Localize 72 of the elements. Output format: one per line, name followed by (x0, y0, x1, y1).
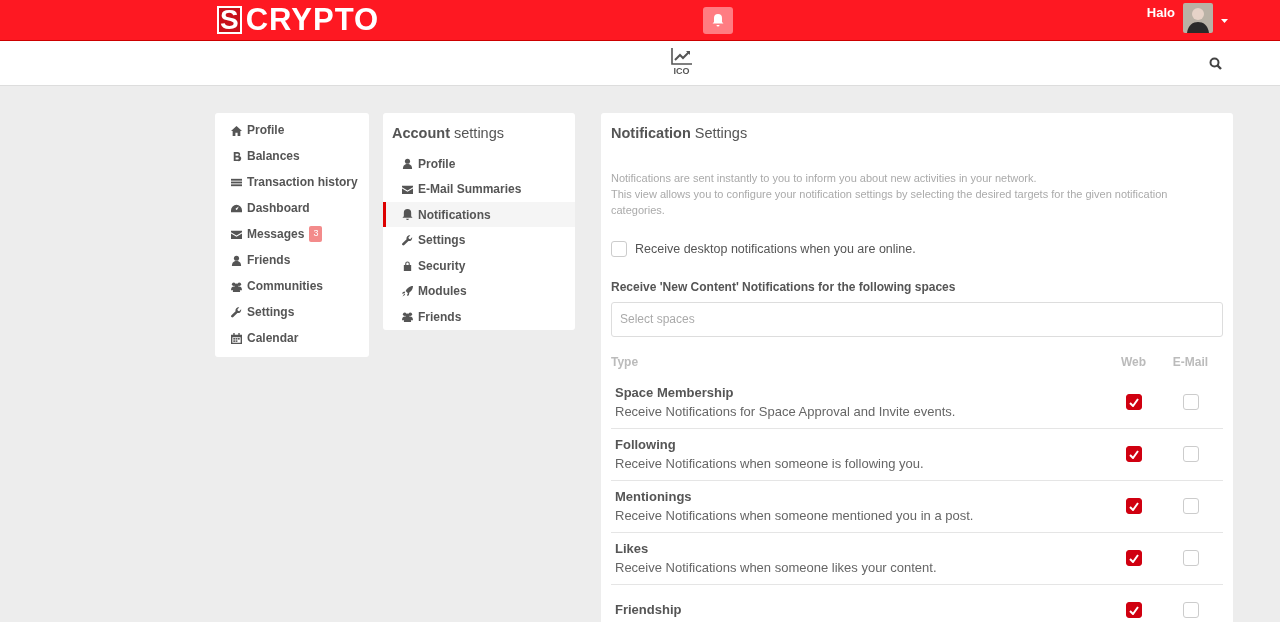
lock-icon (402, 260, 413, 271)
logo-letter: S (217, 6, 242, 34)
column-header: Web (1120, 353, 1147, 371)
help-text: This view allows you to configure your notification settings by selecting the desired targets for the given notification categories. (611, 186, 1169, 218)
menu-item[interactable]: Profile (215, 117, 369, 143)
home-icon (231, 124, 242, 136)
notifications-button[interactable] (703, 6, 733, 34)
users-icon (402, 311, 413, 322)
bell-icon (711, 13, 725, 27)
user-icon (402, 158, 413, 169)
calendar-icon (231, 332, 242, 344)
envelope-icon (402, 183, 413, 195)
settings-nav-item[interactable]: Modules (383, 278, 575, 304)
menu-item[interactable]: Communities (215, 273, 369, 299)
menu-item[interactable]: Messages 3 (215, 221, 369, 247)
spaces-field[interactable]: Select spaces (611, 301, 1223, 337)
checkbox[interactable] (1125, 498, 1142, 514)
gauge-icon (231, 202, 242, 214)
count-badge: 3 (309, 226, 323, 242)
bitcoin-icon (231, 150, 242, 162)
rocket-icon (402, 285, 413, 297)
settings-nav-item[interactable]: Settings (383, 227, 575, 253)
bell-icon (402, 209, 413, 220)
menu-item[interactable]: Dashboard (215, 195, 369, 221)
settings-nav-item[interactable]: Profile (383, 150, 575, 177)
menu-item[interactable]: Balances (215, 143, 369, 169)
menu-item[interactable]: Transaction history (215, 169, 369, 195)
help-text: Notifications are sent instantly to you to inform you about new activities in your network. (611, 170, 1038, 186)
checkbox[interactable] (1125, 446, 1142, 462)
notification-type: Likes (615, 540, 649, 556)
panel-title: Notification Settings (610, 124, 749, 143)
column-header: Type (611, 353, 640, 371)
checkbox[interactable] (1125, 602, 1142, 618)
notification-description: Receive Notifications when someone likes your content. (615, 559, 938, 577)
user-icon (231, 254, 242, 266)
envelope-icon (231, 228, 242, 240)
checkbox-label: Receive desktop notifications when you are online. (635, 240, 916, 258)
search-icon[interactable] (1209, 56, 1222, 70)
check-icon (1128, 501, 1139, 511)
menu-item[interactable]: Friends (215, 247, 369, 273)
column-header: E-Mail (1172, 353, 1209, 371)
field-label: Receive 'New Content' Notifications for the following spaces (611, 278, 957, 296)
check-icon (1128, 397, 1139, 407)
user-name[interactable]: Halo (1146, 3, 1175, 23)
check-icon (1128, 553, 1139, 563)
panel-title: Account settings (391, 124, 505, 143)
wrench-icon (231, 306, 242, 318)
chart-icon (670, 47, 693, 66)
settings-nav-item[interactable]: Security (383, 252, 575, 279)
notification-type: Following (615, 436, 676, 452)
wrench-icon (402, 234, 413, 246)
settings-nav-item[interactable]: Friends (383, 303, 575, 330)
notification-description: Receive Notifications when someone is following you. (615, 455, 925, 473)
notification-type: Space Membership (615, 384, 734, 400)
settings-nav-item[interactable]: E-Mail Summaries (383, 176, 575, 202)
caret-icon[interactable] (1221, 19, 1228, 23)
checkbox[interactable] (1125, 550, 1142, 566)
check-icon (1128, 605, 1139, 615)
notification-type: Mentionings (615, 488, 692, 504)
subnav-link[interactable]: ICO (670, 47, 693, 79)
avatar-icon[interactable] (1183, 3, 1213, 33)
menu-item[interactable]: Calendar (215, 325, 369, 351)
checkbox[interactable] (1125, 394, 1142, 410)
menu-item[interactable]: Settings (215, 299, 369, 325)
notification-type: Friendship (615, 602, 682, 618)
list-icon (231, 176, 242, 188)
users-icon (231, 280, 242, 292)
logo-text: CRYPTO (245, 5, 380, 35)
settings-nav-item[interactable]: Notifications (383, 201, 575, 228)
notification-description: Receive Notifications for Space Approval and Invite events. (615, 403, 957, 421)
notification-description: Receive Notifications when someone mentioned you in a post. (615, 507, 975, 525)
check-icon (1128, 449, 1139, 459)
